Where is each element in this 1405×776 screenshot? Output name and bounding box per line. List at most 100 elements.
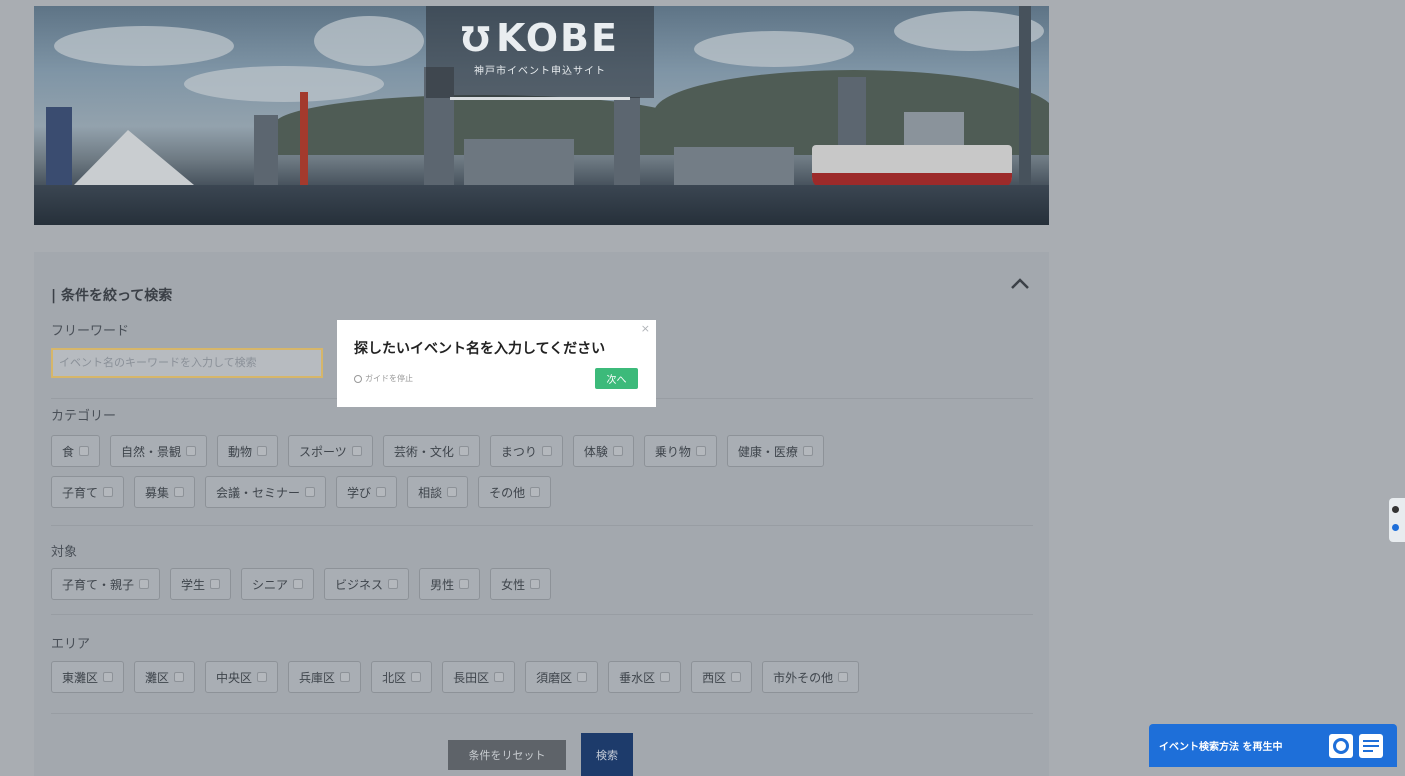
stop-guide-label: ガイドを停止 <box>365 374 413 383</box>
tag-label: 芸術・文化 <box>393 444 454 459</box>
target-tag[interactable]: 男性 <box>419 568 481 600</box>
checkbox[interactable] <box>340 672 351 682</box>
area-tag[interactable]: 中央区 <box>205 661 279 693</box>
target-tag[interactable]: シニア <box>241 568 315 600</box>
target-tag[interactable]: 女性 <box>490 568 552 600</box>
area-row: 東灘区 灘区 中央区 兵庫区 北区 長田区 須磨区 垂水区 西区 市外その他 <box>51 661 860 693</box>
tag-label: 健康・医療 <box>737 444 798 459</box>
area-tag[interactable]: 北区 <box>371 661 433 693</box>
checkbox[interactable] <box>376 487 387 497</box>
area-tag[interactable]: 市外その他 <box>762 661 860 693</box>
category-tag[interactable]: 動物 <box>217 435 279 467</box>
cloud <box>184 66 384 102</box>
next-button[interactable]: 次へ <box>595 368 638 389</box>
category-label: カテゴリー <box>51 409 117 424</box>
category-tag[interactable]: スポーツ <box>288 435 373 467</box>
checkbox[interactable] <box>660 672 671 682</box>
checkbox[interactable] <box>411 672 422 682</box>
target-tag[interactable]: 学生 <box>170 568 232 600</box>
checkbox[interactable] <box>731 672 742 682</box>
ring <box>1333 738 1349 754</box>
logo-title: ℧ KOBE <box>426 16 654 60</box>
target-tag[interactable]: ビジネス <box>324 568 410 600</box>
logo-underline <box>450 97 630 100</box>
checkbox[interactable] <box>174 672 185 682</box>
area-tag[interactable]: 灘区 <box>134 661 196 693</box>
logo-text: KOBE <box>495 16 619 60</box>
divider <box>51 614 1033 615</box>
collapse-chevron-icon[interactable] <box>1008 274 1032 294</box>
tower <box>1019 6 1031 187</box>
checkbox[interactable] <box>103 672 114 682</box>
site-logo[interactable]: ℧ KOBE 神戸市イベント申込サイト <box>426 6 654 100</box>
area-tag[interactable]: 垂水区 <box>608 661 682 693</box>
checkbox[interactable] <box>257 672 268 682</box>
tag-label: ビジネス <box>335 577 384 592</box>
checkbox[interactable] <box>447 487 458 497</box>
category-tag[interactable]: 食 <box>51 435 101 467</box>
search-button[interactable]: 検索 <box>581 733 633 776</box>
port-tower <box>300 92 308 187</box>
category-tag[interactable]: 体験 <box>572 435 634 467</box>
guide-playback-bar[interactable]: イベント検索方法 を再生中 <box>1149 724 1397 767</box>
category-row-1: 食 自然・景観 動物 スポーツ 芸術・文化 まつり 体験 乗り物 健康・医療 <box>51 435 824 467</box>
cloud <box>54 26 234 66</box>
checkbox[interactable] <box>186 446 197 456</box>
checkbox[interactable] <box>305 487 316 497</box>
checkbox[interactable] <box>541 446 552 456</box>
checkbox[interactable] <box>459 579 470 589</box>
close-icon[interactable]: × <box>641 322 650 335</box>
checkbox[interactable] <box>174 487 185 497</box>
side-widget[interactable] <box>1389 498 1405 542</box>
checkbox[interactable] <box>494 672 505 682</box>
tag-label: 灘区 <box>145 670 170 685</box>
checkbox[interactable] <box>802 446 813 456</box>
category-tag[interactable]: 自然・景観 <box>110 435 208 467</box>
checkbox[interactable] <box>103 487 114 497</box>
area-tag[interactable]: 須磨区 <box>525 661 599 693</box>
hero-banner: ℧ KOBE 神戸市イベント申込サイト <box>34 6 1049 225</box>
checkbox[interactable] <box>388 579 399 589</box>
record-icon[interactable] <box>1329 734 1353 758</box>
checkbox[interactable] <box>210 579 221 589</box>
checkbox[interactable] <box>530 487 541 497</box>
area-tag[interactable]: 東灘区 <box>51 661 125 693</box>
area-tag[interactable]: 兵庫区 <box>288 661 362 693</box>
category-tag[interactable]: 子育て <box>51 476 125 508</box>
tag-label: 子育て <box>62 485 99 500</box>
category-tag[interactable]: 募集 <box>134 476 196 508</box>
category-tag[interactable]: 乗り物 <box>643 435 717 467</box>
reset-button[interactable]: 条件をリセット <box>448 740 566 770</box>
checkbox[interactable] <box>139 579 150 589</box>
checkbox[interactable] <box>530 579 541 589</box>
list-icon[interactable] <box>1359 734 1383 758</box>
area-tag[interactable]: 長田区 <box>442 661 516 693</box>
checkbox[interactable] <box>577 672 588 682</box>
maritime-museum <box>74 130 194 185</box>
target-row: 子育て・親子 学生 シニア ビジネス 男性 女性 <box>51 568 552 600</box>
checkbox[interactable] <box>79 446 90 456</box>
tag-label: 西区 <box>702 670 727 685</box>
checkbox[interactable] <box>257 446 268 456</box>
area-tag[interactable]: 西区 <box>691 661 753 693</box>
tag-label: 食 <box>62 444 75 459</box>
tag-label: 垂水区 <box>619 670 656 685</box>
stop-guide-link[interactable]: ガイドを停止 <box>354 373 413 384</box>
target-tag[interactable]: 子育て・親子 <box>51 568 161 600</box>
checkbox[interactable] <box>293 579 304 589</box>
tag-label: 長田区 <box>453 670 490 685</box>
category-tag[interactable]: 相談 <box>407 476 469 508</box>
tag-label: シニア <box>252 577 289 592</box>
checkbox[interactable] <box>458 446 469 456</box>
category-tag[interactable]: 学び <box>336 476 398 508</box>
checkbox[interactable] <box>612 446 623 456</box>
category-tag[interactable]: 健康・医療 <box>726 435 824 467</box>
checkbox[interactable] <box>695 446 706 456</box>
category-tag[interactable]: 芸術・文化 <box>382 435 480 467</box>
category-tag[interactable]: まつり <box>489 435 563 467</box>
checkbox[interactable] <box>351 446 362 456</box>
category-tag[interactable]: 会議・セミナー <box>205 476 327 508</box>
keyword-input[interactable]: イベント名のキーワードを入力して検索 <box>51 348 323 378</box>
checkbox[interactable] <box>838 672 849 682</box>
category-tag[interactable]: その他 <box>478 476 552 508</box>
